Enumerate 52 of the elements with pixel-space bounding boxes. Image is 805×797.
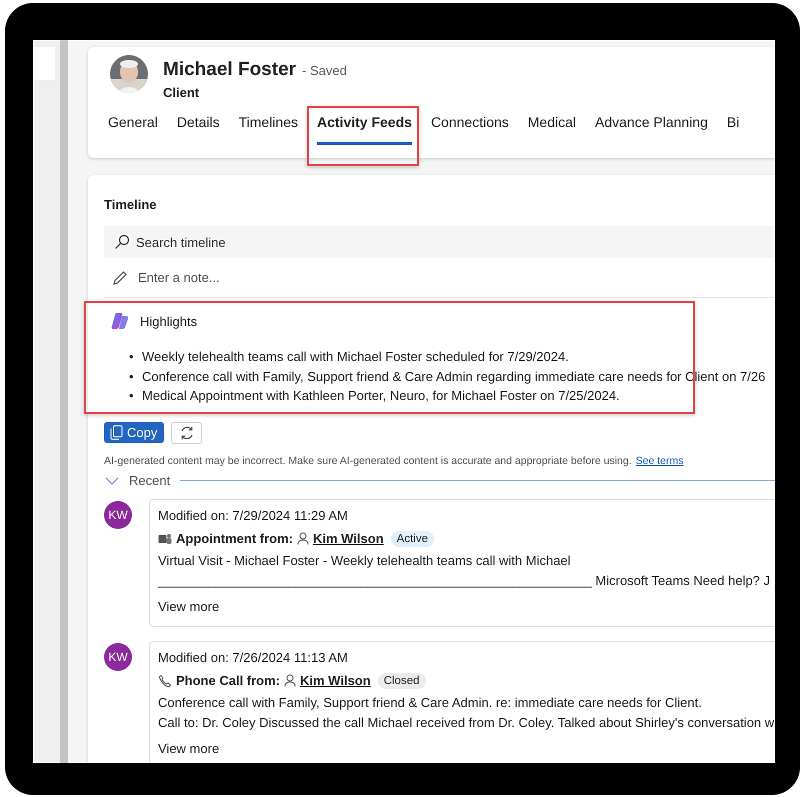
modified-date: Modified on: 7/26/2024 11:13 AM	[158, 648, 349, 666]
refresh-button[interactable]	[171, 422, 202, 444]
tab[interactable]: General	[108, 114, 158, 145]
person-link[interactable]: Kim Wilson	[300, 673, 371, 688]
status-badge: Active	[390, 530, 434, 546]
activity-type: Appointment from:	[176, 531, 293, 546]
copy-icon	[110, 424, 123, 440]
record-name: Michael Foster	[163, 59, 296, 81]
section-title: Timeline	[104, 197, 158, 212]
copilot-icon	[110, 312, 130, 330]
teams-icon	[158, 532, 172, 546]
tab[interactable]: Connections	[430, 114, 509, 145]
copy-button[interactable]: Copy	[104, 422, 164, 442]
record-type: Client	[163, 85, 200, 100]
view-more-link[interactable]: View more	[158, 741, 220, 756]
activity-description: ____________________________________________________________ Microsoft Teams Need help? J	[158, 572, 772, 590]
activity-type: Phone Call from:	[176, 673, 280, 688]
search-field[interactable]: Search timeline	[104, 226, 775, 258]
modified-date: Modified on: 7/29/2024 11:29 AM	[158, 506, 349, 524]
tab[interactable]: Advance Planning	[595, 114, 708, 145]
highlight-item: Weekly telehealth teams call with Michael Foster scheduled for 7/29/2024.	[142, 348, 569, 366]
activity-description: Virtual Visit - Michael Foster - Weekly telehealth teams call with Michael	[158, 552, 572, 570]
user-avatar: KW	[104, 500, 132, 528]
tab[interactable]: Details	[176, 114, 220, 145]
status-badge: Closed	[378, 672, 426, 688]
highlights-title: Highlights	[140, 314, 198, 328]
chevron-icon	[105, 476, 119, 486]
bullet: •	[129, 348, 134, 366]
tab[interactable]: Medical	[528, 114, 576, 145]
highlight-item: Medical Appointment with Kathleen Porter, Neuro, for Michael Foster on 7/25/2024.	[142, 387, 620, 405]
group-toggle[interactable]: Recent	[104, 473, 170, 488]
activity-description: Conference call with Family, Support friend & Care Admin. re: immediate care needs for Client.	[158, 694, 703, 712]
bullet: •	[129, 387, 134, 405]
save-status: - Saved	[302, 63, 347, 78]
person-link[interactable]: Kim Wilson	[312, 531, 384, 546]
activity-description: Call to: Dr. Coley Discussed the call Michael received from Dr. Coley. Talked about Shirley's conversation w	[158, 714, 775, 732]
person-icon	[284, 674, 296, 687]
bullet: •	[129, 368, 134, 386]
person-icon	[296, 532, 309, 545]
side-panel	[33, 47, 55, 80]
note-field[interactable]: Enter a note...	[104, 258, 775, 298]
phone-icon	[158, 674, 172, 688]
pencil-icon	[112, 270, 128, 286]
search-icon	[114, 234, 130, 250]
user-avatar: KW	[104, 642, 132, 670]
tab[interactable]: Activity Feeds	[317, 114, 412, 145]
view-more-link[interactable]: View more	[158, 599, 220, 614]
tab[interactable]: Bi	[726, 114, 740, 145]
tab[interactable]: Timelines	[238, 114, 298, 145]
terms-link[interactable]: See terms	[636, 454, 684, 466]
refresh-icon	[178, 424, 195, 440]
disclaimer-text: AI-generated content may be incorrect. Make sure AI-generated content is accurate and appropriate before using.	[104, 454, 632, 466]
